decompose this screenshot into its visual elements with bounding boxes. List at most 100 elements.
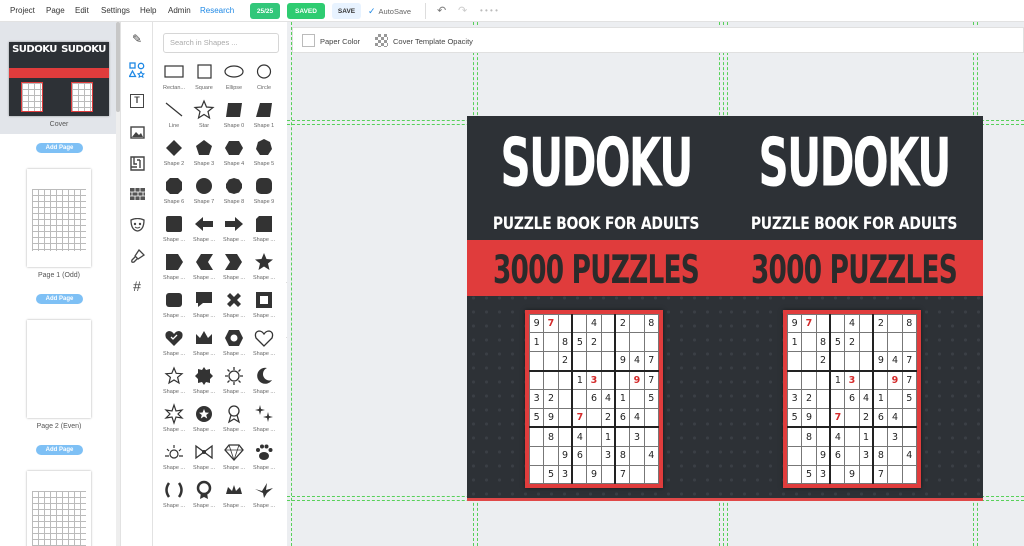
shape-tile-crown[interactable]: Shape ... <box>189 326 219 362</box>
shape-tile-rect[interactable]: Rectan... <box>159 60 189 96</box>
thumb-sudoku-grid <box>32 491 86 546</box>
shape-tile-moon-star[interactable]: Shape ... <box>249 364 279 400</box>
shape-tile-ellipse[interactable]: Ellipse <box>219 60 249 96</box>
brick-pattern-icon[interactable] <box>126 183 148 205</box>
shape-tile-square[interactable]: Square <box>189 60 219 96</box>
book-cover[interactable]: SUDOKU PUZZLE BOOK FOR ADULTS 3000 PUZZL… <box>467 116 983 501</box>
shape-tile-gem[interactable]: Shape ... <box>219 440 249 476</box>
shape-label: Shape ... <box>162 389 186 395</box>
shapes-search-input[interactable]: Search in Shapes ... <box>163 33 279 53</box>
sudoku-cell: 4 <box>887 350 903 372</box>
shape-tile-pentagon-tag[interactable]: Shape ... <box>159 250 189 286</box>
shape-tile-rosette[interactable]: Shape ... <box>189 478 219 514</box>
paper-color-swatch[interactable] <box>302 34 315 47</box>
page-thumb-next[interactable] <box>27 471 91 546</box>
menu-research[interactable]: Research <box>200 6 234 15</box>
brush-icon[interactable] <box>126 245 148 267</box>
shape-tile-rounded-rect[interactable]: Shape ... <box>159 288 189 324</box>
cover-subtitle[interactable]: PUZZLE BOOK FOR ADULTS <box>748 214 960 234</box>
more-dots-icon[interactable]: • • • • <box>480 6 498 15</box>
menu-help[interactable]: Help <box>140 6 156 15</box>
shape-tile-arrow-right[interactable]: Shape ... <box>219 212 249 248</box>
redo-icon[interactable]: ↷ <box>458 4 467 17</box>
ellipse-icon <box>219 60 249 84</box>
shape-tile-star-solid[interactable]: Shape ... <box>249 250 279 286</box>
cover-template-opacity-label[interactable]: Cover Template Opacity <box>393 37 473 46</box>
shape-tile-circle[interactable]: Circle <box>249 60 279 96</box>
menu-project[interactable]: Project <box>10 6 35 15</box>
shape-tile-star-outline[interactable]: Star <box>189 98 219 134</box>
menu-settings[interactable]: Settings <box>101 6 130 15</box>
shape-tile-star-outline-2[interactable]: Shape ... <box>159 364 189 400</box>
text-icon[interactable]: T <box>126 90 148 112</box>
maze-icon[interactable] <box>126 152 148 174</box>
shape-tile-rounded-square[interactable]: Shape ... <box>159 212 189 248</box>
shape-tile-speech-bubble[interactable]: Shape ... <box>189 288 219 324</box>
pages-scrollbar[interactable] <box>116 22 120 546</box>
menu-admin[interactable]: Admin <box>168 6 191 15</box>
image-icon[interactable] <box>126 121 148 143</box>
shape-tile-heart-badge[interactable]: Shape ... <box>159 326 189 362</box>
shape-tile-chevron-right[interactable]: Shape ... <box>219 250 249 286</box>
shape-tile-award[interactable]: Shape ... <box>219 402 249 438</box>
save-button[interactable]: SAVE <box>332 3 361 19</box>
mask-icon[interactable] <box>126 214 148 236</box>
shape-tile-seal[interactable]: Shape ... <box>189 364 219 400</box>
menu-edit[interactable]: Edit <box>75 6 89 15</box>
shape-tile-laurel[interactable]: Shape ... <box>159 478 189 514</box>
shape-tile-sunrise[interactable]: Shape ... <box>159 440 189 476</box>
pencil-icon[interactable]: ✎ <box>126 28 148 50</box>
page-thumb-cover[interactable]: SUDOKU SUDOKU <box>9 42 109 116</box>
cover-band[interactable]: 3000 PUZZLES <box>467 240 725 296</box>
shape-tile-sun[interactable]: Shape ... <box>219 364 249 400</box>
add-page-button[interactable]: Add Page <box>36 445 83 455</box>
shape-tile-cross[interactable]: Shape ... <box>219 288 249 324</box>
cover-title[interactable]: SUDOKU <box>735 129 972 196</box>
autosave-toggle[interactable]: ✓ AutoSave <box>368 6 411 17</box>
page-thumb-even[interactable] <box>27 320 91 418</box>
shape-tile-decagon[interactable]: Shape 8 <box>219 174 249 210</box>
shape-tile-trapezoid[interactable]: Shape 0 <box>219 98 249 134</box>
shape-tile-heptagon[interactable]: Shape 5 <box>249 136 279 172</box>
shape-tile-star-burst[interactable]: Shape ... <box>159 402 189 438</box>
sudoku-board[interactable]: 9742818522947139732641559726484139638453… <box>525 310 663 488</box>
shape-tile-rounded-octagon[interactable]: Shape 9 <box>249 174 279 210</box>
cover-band[interactable]: 3000 PUZZLES <box>725 240 983 296</box>
add-page-button[interactable]: Add Page <box>36 294 83 304</box>
cover-title[interactable]: SUDOKU <box>477 129 714 196</box>
opacity-checker-icon[interactable] <box>375 34 388 47</box>
shape-tile-pentagon[interactable]: Shape 3 <box>189 136 219 172</box>
shape-tile-chevron-left[interactable]: Shape ... <box>189 250 219 286</box>
shape-tile-parallelogram[interactable]: Shape 1 <box>249 98 279 134</box>
shape-tile-star-circle[interactable]: Shape ... <box>189 402 219 438</box>
undo-icon[interactable]: ↶ <box>437 4 446 17</box>
menu-page[interactable]: Page <box>46 6 65 15</box>
shapes-icon[interactable] <box>126 59 148 81</box>
shape-tile-diamond[interactable]: Shape 2 <box>159 136 189 172</box>
sudoku-cell <box>815 389 831 409</box>
shape-tile-hex-ring[interactable]: Shape ... <box>219 326 249 362</box>
autosave-label: AutoSave <box>378 7 412 16</box>
shape-tile-bird[interactable]: Shape ... <box>249 478 279 514</box>
shape-tile-arrow-left[interactable]: Shape ... <box>189 212 219 248</box>
scrollbar-thumb[interactable] <box>116 22 120 112</box>
shape-tile-heart-outline[interactable]: Shape ... <box>249 326 279 362</box>
shape-tile-crown-small[interactable]: Shape ... <box>219 478 249 514</box>
cover-subtitle[interactable]: PUZZLE BOOK FOR ADULTS <box>490 214 702 234</box>
shape-tile-octagon[interactable]: Shape 6 <box>159 174 189 210</box>
page-thumb-odd[interactable] <box>27 169 91 267</box>
shape-label: Shape ... <box>252 275 276 281</box>
add-page-button[interactable]: Add Page <box>36 143 83 153</box>
shape-tile-hexagon[interactable]: Shape 4 <box>219 136 249 172</box>
grid-hash-icon[interactable]: # <box>126 275 148 297</box>
shape-tile-line[interactable]: Line <box>159 98 189 134</box>
sudoku-cell: 8 <box>614 446 631 466</box>
paper-color-label[interactable]: Paper Color <box>320 37 360 46</box>
shape-tile-nonagon[interactable]: Shape 7 <box>189 174 219 210</box>
shape-tile-frame[interactable]: Shape ... <box>249 288 279 324</box>
shape-tile-bow[interactable]: Shape ... <box>189 440 219 476</box>
shape-tile-paw[interactable]: Shape ... <box>249 440 279 476</box>
sudoku-board[interactable]: 9742818522947139732641559726484139638453… <box>783 310 921 488</box>
shape-tile-notched-rect[interactable]: Shape ... <box>249 212 279 248</box>
shape-tile-sparkles[interactable]: Shape ... <box>249 402 279 438</box>
